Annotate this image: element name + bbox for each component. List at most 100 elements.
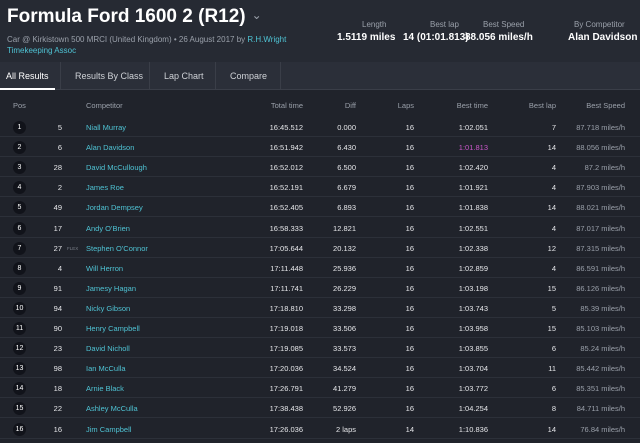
total-time: 17:26.791	[269, 384, 303, 394]
column-best-lap[interactable]: Best lap	[520, 101, 556, 110]
column-competitor[interactable]: Competitor	[86, 101, 123, 110]
results-table-header: Pos Competitor Total time Diff Laps Best…	[0, 97, 640, 113]
best-speed: 86.126 miles/h	[576, 283, 625, 293]
competitor-name[interactable]: Jim Campbell	[86, 425, 131, 434]
column-laps[interactable]: Laps	[385, 101, 414, 110]
car-number: 22	[53, 404, 62, 414]
laps: 16	[405, 223, 414, 233]
best-time: 1:02.420	[458, 163, 488, 173]
competitor-name[interactable]: Arnie Black	[86, 384, 124, 393]
table-row[interactable]: 6 17 Andy O'Brien 16:58.333 12.821 16 1:02.551…	[0, 218, 640, 238]
position-badge: 2	[13, 141, 26, 155]
laps: 16	[405, 364, 414, 374]
car-number: 2	[57, 183, 62, 193]
car-number: 98	[53, 364, 62, 374]
position-badge: 13	[13, 362, 26, 376]
tab-results-by-class[interactable]: Results By Class	[75, 62, 143, 90]
total-time: 17:38.438	[269, 404, 303, 414]
tab-all-results[interactable]: All Results	[0, 62, 54, 90]
column-best-time[interactable]: Best time	[440, 101, 488, 110]
competitor-name[interactable]: Niall Murray	[86, 123, 126, 132]
car-number: 18	[53, 384, 62, 394]
total-time: 17:26.036	[269, 424, 303, 434]
table-row[interactable]: 13 98 Ian McCulla 17:20.036 34.524 16 1:03.704…	[0, 358, 640, 379]
organisation-link[interactable]: Timekeeping Assoc	[7, 46, 76, 55]
table-row[interactable]: 11 90 Henry Campbell 17:19.018 33.506 16 1:03.…	[0, 318, 640, 338]
event-header: Formula Ford 1600 2 (R12) ⌄ Car @ Kirkist…	[0, 0, 640, 62]
best-lap-value: 14 (01:01.813)	[403, 32, 469, 43]
best-lap: 6	[551, 344, 556, 354]
best-speed: 85.442 miles/h	[576, 364, 625, 374]
competitor-name[interactable]: Henry Campbell	[86, 324, 140, 333]
competitor-name[interactable]: Andy O'Brien	[86, 224, 130, 233]
table-row[interactable]: 14 18 Arnie Black 17:26.791 41.279 16 1:03.772…	[0, 378, 640, 399]
competitor-name[interactable]: Jordan Dempsey	[86, 203, 143, 212]
best-speed: 87.718 miles/h	[576, 123, 625, 132]
competitor-name[interactable]: David Nicholl	[86, 344, 130, 353]
competitor-name[interactable]: Stephen O'Connor	[86, 244, 148, 253]
car-number: 49	[53, 203, 62, 213]
best-speed: 87.315 miles/h	[576, 243, 625, 253]
best-lap: 7	[551, 123, 556, 132]
event-subtitle: Car @ Kirkistown 500 MRCI (United Kingdo…	[7, 34, 307, 56]
laps: 16	[405, 303, 414, 313]
car-number: 5	[57, 123, 62, 132]
tab-lap-chart[interactable]: Lap Chart	[164, 62, 204, 90]
car-number: 4	[57, 263, 62, 273]
laps: 16	[405, 163, 414, 173]
competitor-name[interactable]: Ashley McCulla	[86, 404, 138, 413]
table-row[interactable]: 4 2 James Roe 16:52.191 6.679 16 1:01.921 4 87.9…	[0, 177, 640, 198]
length-label: Length	[362, 20, 387, 29]
competitor-name[interactable]: Will Herron	[86, 264, 123, 273]
table-row[interactable]: 16 16 Jim Campbell 17:26.036 2 laps 14 1:10.83…	[0, 419, 640, 439]
tab-compare[interactable]: Compare	[230, 62, 267, 90]
by-competitor-label: By Competitor	[574, 20, 625, 29]
diff: 12.821	[333, 223, 356, 233]
column-total-time[interactable]: Total time	[240, 101, 303, 110]
competitor-name[interactable]: Nicky Gibson	[86, 304, 130, 313]
best-speed: 85.39 miles/h	[580, 303, 625, 313]
table-row[interactable]: 8 4 Will Herron 17:11.448 25.936 16 1:02.859 4 8…	[0, 258, 640, 278]
laps: 16	[405, 324, 414, 333]
competitor-name[interactable]: Alan Davidson	[86, 143, 134, 152]
competitor-name[interactable]: James Roe	[86, 183, 124, 192]
best-time: 1:03.958	[458, 324, 488, 333]
column-diff[interactable]: Diff	[320, 101, 356, 110]
best-time: 1:10.836	[458, 424, 488, 434]
total-time: 17:11.448	[270, 263, 303, 273]
position-badge: 10	[13, 301, 26, 315]
column-best-speed[interactable]: Best Speed	[570, 101, 625, 110]
column-pos[interactable]: Pos	[13, 101, 26, 110]
diff: 2 laps	[335, 424, 356, 434]
laps: 16	[405, 183, 414, 193]
laps: 16	[405, 263, 414, 273]
car-number: 28	[53, 163, 62, 173]
table-row[interactable]: 1 5 Niall Murray 16:45.512 0.000 16 1:02.051 7 8…	[0, 117, 640, 137]
best-lap-label: Best lap	[430, 20, 459, 29]
table-row[interactable]: 5 49 Jordan Dempsey 16:52.405 6.893 16 1:01.83…	[0, 197, 640, 218]
best-time: 1:03.704	[458, 364, 488, 374]
best-lap: 14	[547, 424, 556, 434]
competitor-name[interactable]: David McCullough	[86, 163, 147, 172]
table-row[interactable]: 15 22 Ashley McCulla 17:38.438 52.926 16 1:04.…	[0, 398, 640, 419]
competitor-name[interactable]: Ian McCulla	[86, 364, 126, 373]
best-speed: 87.017 miles/h	[576, 223, 625, 233]
event-title-dropdown[interactable]: Formula Ford 1600 2 (R12) ⌄	[7, 6, 262, 28]
by-competitor-value: Alan Davidson	[568, 32, 638, 43]
table-row[interactable]: 9 91 Jamesy Hagan 17:11.741 26.229 16 1:03.198…	[0, 278, 640, 298]
position-badge: 4	[13, 181, 26, 195]
best-lap: 14	[547, 203, 556, 213]
competitor-name[interactable]: Jamesy Hagan	[86, 284, 136, 293]
best-speed: 85.103 miles/h	[576, 324, 625, 333]
author-link[interactable]: R.H.Wright	[247, 35, 286, 44]
total-time: 16:45.512	[269, 123, 303, 132]
best-speed: 88.056 miles/h	[576, 143, 625, 153]
table-row[interactable]: 12 23 David Nicholl 17:19.085 33.573 16 1:03.8…	[0, 338, 640, 359]
event-title: Formula Ford 1600 2 (R12)	[7, 6, 246, 27]
table-row[interactable]: 2 6 Alan Davidson 16:51.942 6.430 16 1:01.813 1…	[0, 137, 640, 158]
best-speed: 87.2 miles/h	[584, 163, 625, 173]
table-row[interactable]: 3 28 David McCullough 16:52.012 6.500 16 1:02.…	[0, 157, 640, 178]
table-row[interactable]: 7 27 FLEX Stephen O'Connor 17:05.644 20.132 16…	[0, 238, 640, 258]
laps: 16	[405, 344, 414, 354]
table-row[interactable]: 10 94 Nicky Gibson 17:18.810 33.298 16 1:03.74…	[0, 298, 640, 318]
